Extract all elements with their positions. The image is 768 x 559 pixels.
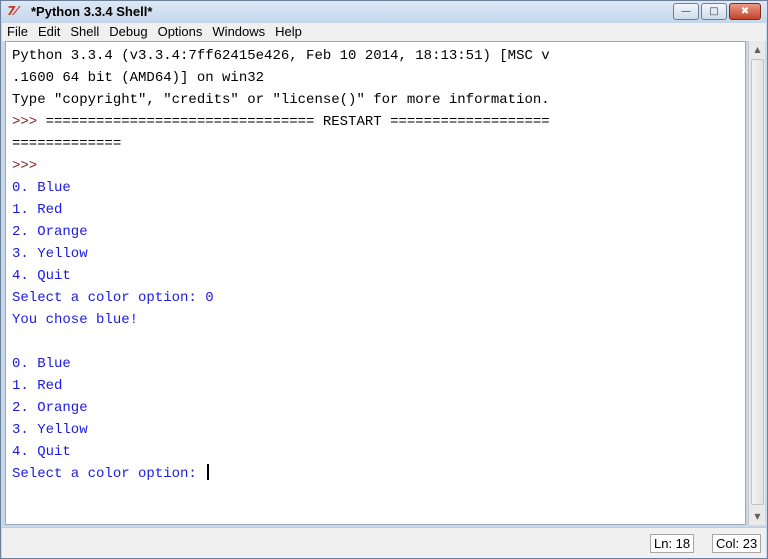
shell-line-text: 0. Blue xyxy=(12,180,71,196)
shell-line: 2. Orange xyxy=(12,221,745,243)
shell-line-text: Select a color option: 0 xyxy=(12,290,214,306)
shell-line-text: ============= xyxy=(12,136,122,152)
menu-options[interactable]: Options xyxy=(158,23,203,41)
shell-line-text: .1600 64 bit (AMD64)] on win32 xyxy=(12,70,265,86)
shell-line-text: 3. Yellow xyxy=(12,422,88,438)
shell-line-text: 2. Orange xyxy=(12,224,88,240)
vertical-scrollbar[interactable]: ▲ ▼ xyxy=(748,41,765,525)
shell-line: Type "copyright", "credits" or "license(… xyxy=(12,89,745,111)
close-button[interactable]: ✖ xyxy=(729,3,761,20)
shell-line-text: 0. Blue xyxy=(12,356,71,372)
idle-icon: 7⁄ xyxy=(7,4,18,18)
maximize-button[interactable]: □ xyxy=(701,3,727,20)
shell-line: 4. Quit xyxy=(12,441,745,463)
maximize-icon: □ xyxy=(709,5,719,17)
shell-line: You chose blue! xyxy=(12,309,745,331)
shell-line-text: 4. Quit xyxy=(12,268,71,284)
scroll-up-arrow-icon[interactable]: ▲ xyxy=(749,41,766,58)
menu-edit[interactable]: Edit xyxy=(38,23,60,41)
shell-line: 3. Yellow xyxy=(12,243,745,265)
shell-line-text: 2. Orange xyxy=(12,400,88,416)
shell-line: 4. Quit xyxy=(12,265,745,287)
status-line-number: Ln: 18 xyxy=(650,534,695,553)
menu-windows[interactable]: Windows xyxy=(212,23,265,41)
shell-line-text: ================================ RESTART… xyxy=(45,114,550,130)
scroll-down-arrow-icon[interactable]: ▼ xyxy=(749,508,766,525)
window-title: *Python 3.3.4 Shell* xyxy=(31,4,153,19)
minimize-button[interactable]: — xyxy=(673,3,699,20)
shell-line-text: Select a color option: xyxy=(12,466,206,482)
shell-line: 1. Red xyxy=(12,199,745,221)
text-cursor xyxy=(207,464,210,480)
shell-line-text: You chose blue! xyxy=(12,312,139,328)
shell-prompt: >>> xyxy=(12,158,38,174)
shell-line: 3. Yellow xyxy=(12,419,745,441)
status-column-number: Col: 23 xyxy=(712,534,762,553)
shell-line-text: Python 3.3.4 (v3.3.4:7ff62415e426, Feb 1… xyxy=(12,48,550,64)
menu-debug[interactable]: Debug xyxy=(109,23,147,41)
shell-line: .1600 64 bit (AMD64)] on win32 xyxy=(12,67,745,89)
shell-line: 0. Blue xyxy=(12,177,745,199)
title-bar[interactable]: 7⁄ *Python 3.3.4 Shell* — □ ✖ xyxy=(1,1,767,23)
menu-bar: File Edit Shell Debug Options Windows He… xyxy=(2,23,766,41)
shell-line: 1. Red xyxy=(12,375,745,397)
shell-line: >>> xyxy=(12,155,745,177)
shell-prompt: >>> xyxy=(12,114,46,130)
shell-line-text: 1. Red xyxy=(12,378,63,394)
idle-shell-window: 7⁄ *Python 3.3.4 Shell* — □ ✖ File Edit … xyxy=(0,0,768,559)
shell-line: ============= xyxy=(12,133,745,155)
shell-line: >>> ================================ RES… xyxy=(12,111,745,133)
shell-line-text: 1. Red xyxy=(12,202,63,218)
shell-line: 2. Orange xyxy=(12,397,745,419)
close-icon: ✖ xyxy=(740,5,750,17)
menu-help[interactable]: Help xyxy=(275,23,302,41)
shell-text-area[interactable]: Python 3.3.4 (v3.3.4:7ff62415e426, Feb 1… xyxy=(5,41,746,525)
shell-line: Python 3.3.4 (v3.3.4:7ff62415e426, Feb 1… xyxy=(12,45,745,67)
shell-line-text: 3. Yellow xyxy=(12,246,88,262)
shell-line: Select a color option: 0 xyxy=(12,287,745,309)
window-controls: — □ ✖ xyxy=(673,3,761,20)
menu-shell[interactable]: Shell xyxy=(70,23,99,41)
status-bar: Ln: 18 Col: 23 xyxy=(2,527,766,558)
shell-line-text: 4. Quit xyxy=(12,444,71,460)
menu-file[interactable]: File xyxy=(7,23,28,41)
scrollbar-thumb[interactable] xyxy=(751,59,764,505)
shell-line-text: Type "copyright", "credits" or "license(… xyxy=(12,92,550,108)
minimize-icon: — xyxy=(681,5,691,17)
shell-line: Select a color option: xyxy=(12,463,745,485)
shell-line: 0. Blue xyxy=(12,353,745,375)
